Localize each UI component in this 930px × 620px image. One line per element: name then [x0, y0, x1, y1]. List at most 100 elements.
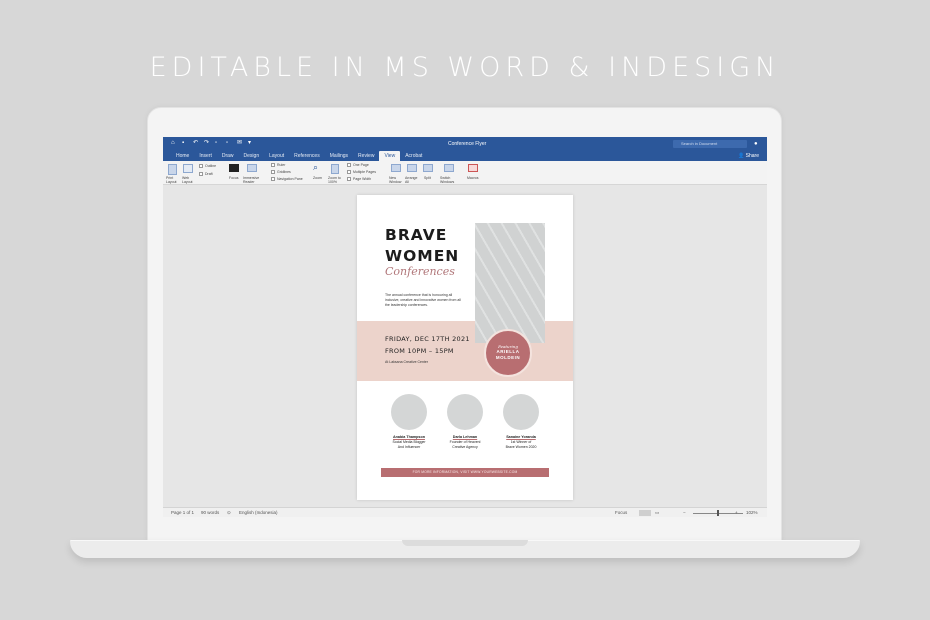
split-button[interactable]: Split [424, 176, 431, 180]
web-layout-icon [183, 164, 193, 173]
flyer-title[interactable]: BRAVE WOMEN [385, 225, 459, 267]
outline-icon [199, 164, 203, 168]
zoom-button[interactable]: Zoom [313, 176, 322, 180]
person-card[interactable]: Darla Lehman Founder of Heavenl Creative… [435, 435, 495, 450]
new-window-button[interactable]: New Window [389, 176, 403, 184]
share-icon: 👤 [738, 153, 746, 159]
one-page-button[interactable]: One Page [353, 163, 369, 167]
immersive-reader-button[interactable]: Immersive Reader [243, 176, 263, 184]
arrange-all-icon [407, 164, 417, 172]
tab-view[interactable]: View [379, 151, 401, 161]
email-icon[interactable]: ✉ [237, 140, 243, 147]
arrange-all-button[interactable]: Arrange All [405, 176, 419, 184]
ruler-checkbox[interactable] [271, 163, 275, 167]
flyer-page[interactable]: BRAVE WOMEN Conferences The annual confe… [357, 195, 573, 500]
print-layout-view-icon[interactable] [639, 510, 651, 516]
flyer-subtitle[interactable]: Conferences [385, 265, 455, 278]
avatar[interactable] [447, 394, 483, 430]
zoom-100-icon [331, 164, 339, 174]
event-date[interactable]: FRIDAY, DEC 17TH 2021 [385, 335, 470, 343]
clipboard-icon[interactable]: ▫ [226, 140, 232, 147]
page-count[interactable]: Page 1 of 1 [171, 510, 194, 515]
home-icon[interactable]: ⌂ [171, 140, 177, 147]
tab-references[interactable]: References [289, 151, 325, 161]
avatar[interactable] [391, 394, 427, 430]
redo-icon[interactable]: ↷ [204, 140, 210, 147]
flyer-intro-text[interactable]: The annual conference that is honouring … [385, 293, 463, 308]
zoom-in-icon[interactable]: + [735, 510, 738, 515]
language-indicator[interactable]: English (Indonesia) [239, 510, 278, 515]
person-line-2: Creative Agency [452, 445, 478, 449]
word-count[interactable]: 90 words [201, 510, 219, 515]
gridlines-checkbox[interactable] [271, 170, 275, 174]
footer-info-bar[interactable]: FOR MORE INFORMATION, VISIT WWW.YOURWEBS… [381, 468, 549, 477]
page-width-icon [347, 177, 351, 181]
focus-button[interactable]: Focus [229, 176, 239, 180]
tab-acrobat[interactable]: Acrobat [400, 151, 427, 161]
zoom-100-button[interactable]: Zoom to 100% [328, 176, 344, 184]
person-line-2: And Influencer [397, 445, 421, 449]
zoom-slider-thumb[interactable] [717, 510, 719, 516]
save-icon[interactable]: ▪ [182, 140, 188, 147]
tab-mailings[interactable]: Mailings [325, 151, 353, 161]
one-page-icon [347, 163, 351, 167]
draft-button[interactable]: Draft [205, 172, 213, 176]
person-line-2: Brave Women 2020 [505, 445, 537, 449]
switch-windows-button[interactable]: Switch Windows [440, 176, 458, 184]
ribbon-tabs: Home Insert Draw Design Layout Reference… [163, 151, 767, 161]
print-layout-button[interactable]: Print Layout [166, 176, 180, 184]
split-icon [423, 164, 433, 172]
event-time[interactable]: FROM 10PM – 15PM [385, 347, 454, 355]
share-button[interactable]: 👤 Share [738, 153, 759, 159]
profile-icon[interactable]: ● [754, 140, 762, 148]
zoom-out-icon[interactable]: − [683, 510, 686, 515]
tab-review[interactable]: Review [353, 151, 379, 161]
speaker-last-name: MOLDEIN [495, 355, 521, 360]
event-venue[interactable]: At Laksana Creative Center [385, 360, 428, 364]
macros-icon [468, 164, 478, 172]
focus-status-button[interactable]: Focus [615, 510, 627, 515]
featured-speaker-badge[interactable]: Featuring ARIELLA MOLDEIN [484, 329, 532, 377]
ruler-label: Ruler [277, 163, 286, 167]
avatar[interactable] [503, 394, 539, 430]
proofing-icon[interactable]: ⊙ [227, 510, 231, 516]
macros-button[interactable]: Macros [467, 176, 478, 180]
web-layout-button[interactable]: Web Layout [182, 176, 196, 184]
tab-design[interactable]: Design [239, 151, 265, 161]
person-card[interactable]: Anabia Thampson Social Media Blogger And… [379, 435, 439, 450]
photo-placeholder[interactable] [475, 223, 545, 343]
flyer-title-line-2: WOMEN [385, 247, 460, 265]
new-window-icon [391, 164, 401, 172]
tab-layout[interactable]: Layout [264, 151, 289, 161]
search-input[interactable]: Search in Document [673, 140, 747, 148]
ribbon-view: Print Layout Web Layout Outline Draft Fo… [163, 161, 767, 185]
page-width-button[interactable]: Page Width [353, 177, 371, 181]
status-bar: Page 1 of 1 90 words ⊙ English (Indonesi… [163, 507, 767, 517]
person-card[interactable]: Sanaine Yoranda 1st Winner of Brave Wome… [491, 435, 551, 450]
multiple-pages-icon [347, 170, 351, 174]
print-icon[interactable]: ▫ [215, 140, 221, 147]
headline: EDITABLE IN MS WORD & INDESIGN [149, 52, 781, 83]
navigation-pane-checkbox[interactable] [271, 177, 275, 181]
tab-draw[interactable]: Draw [217, 151, 239, 161]
zoom-icon: ⌕ [313, 162, 319, 172]
customize-icon[interactable]: ▾ [248, 140, 254, 147]
web-layout-view-icon[interactable]: ▭ [655, 510, 659, 516]
laptop-notch [402, 540, 528, 546]
document-title: Conference Flyer [448, 141, 487, 147]
undo-icon[interactable]: ↶ [193, 140, 199, 147]
multiple-pages-button[interactable]: Multiple Pages [353, 170, 376, 174]
immersive-reader-icon [247, 164, 257, 172]
focus-icon [229, 164, 239, 172]
tab-insert[interactable]: Insert [194, 151, 217, 161]
word-window: ⌂ ▪ ↶ ↷ ▫ ▫ ✉ ▾ Conference Flyer Search … [163, 137, 767, 517]
title-bar: ⌂ ▪ ↶ ↷ ▫ ▫ ✉ ▾ Conference Flyer Search … [163, 137, 767, 151]
draft-icon [199, 172, 203, 176]
switch-windows-icon [444, 164, 454, 172]
document-canvas[interactable]: BRAVE WOMEN Conferences The annual confe… [163, 185, 767, 507]
zoom-level[interactable]: 102% [746, 510, 758, 515]
print-layout-icon [168, 164, 177, 175]
tab-home[interactable]: Home [171, 151, 194, 161]
quick-access-toolbar: ⌂ ▪ ↶ ↷ ▫ ▫ ✉ ▾ [171, 140, 254, 147]
outline-button[interactable]: Outline [205, 164, 216, 168]
